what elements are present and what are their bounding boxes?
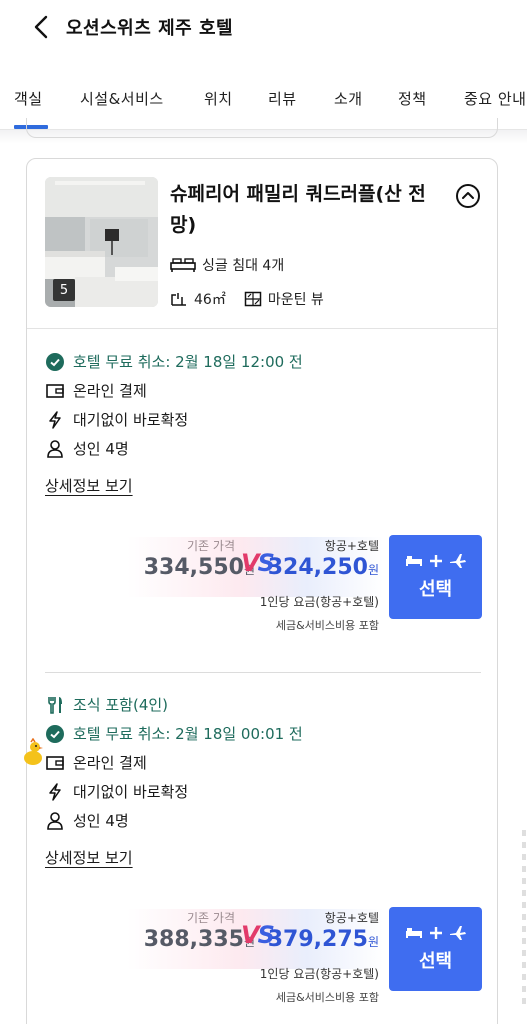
airplane-icon xyxy=(449,554,466,568)
collapse-button[interactable] xyxy=(455,183,481,209)
tab-reviews[interactable]: 리뷰 xyxy=(268,88,297,109)
instant-confirm-text: 대기없이 바로확정 xyxy=(73,783,189,801)
window-view-icon xyxy=(244,291,262,307)
bed-info: 싱글 침대 4개 xyxy=(170,255,284,275)
lightning-icon xyxy=(49,410,61,429)
tax-note: 세금&서비스비용 포함 xyxy=(275,619,379,632)
person-icon xyxy=(47,439,63,458)
price-comparison: 기존 가격 388,335원 VS 항공+호텔 379,275원 1인당 요금(… xyxy=(127,909,383,1019)
bed-icon xyxy=(170,258,196,272)
card-divider xyxy=(27,328,497,329)
tab-policy[interactable]: 정책 xyxy=(398,88,427,109)
room-photo[interactable]: 5 xyxy=(45,177,158,307)
bed-plus-plane xyxy=(405,553,467,569)
wallet-icon xyxy=(46,755,64,770)
free-cancel-info: 호텔 무료 취소: 2월 18일 12:00 전 xyxy=(45,351,303,372)
bed-icon xyxy=(405,928,422,938)
utensils-icon xyxy=(48,696,62,714)
detail-link[interactable]: 상세정보 보기 xyxy=(45,847,133,868)
person-icon xyxy=(47,811,63,830)
photo-count-badge: 5 xyxy=(53,279,75,301)
guests-text: 성인 4명 xyxy=(73,812,129,830)
plus-icon xyxy=(429,555,442,567)
room-name: 슈페리어 패밀리 쿼드러플(산 전망) xyxy=(170,183,426,236)
page-title: 오션스위츠 제주 호텔 xyxy=(66,18,234,39)
guests-text: 성인 4명 xyxy=(73,440,129,458)
previous-card-edge xyxy=(26,118,498,138)
room-view-text: 마운틴 뷰 xyxy=(267,292,324,308)
chevron-left-icon xyxy=(34,15,48,39)
select-button-label: 선택 xyxy=(418,951,453,972)
tab-important-notice[interactable]: 중요 안내 xyxy=(464,88,526,109)
bed-plus-plane xyxy=(405,925,467,941)
instant-confirm-info: 대기없이 바로확정 xyxy=(45,781,188,802)
header: 오션스위츠 제주 호텔 xyxy=(0,0,527,56)
tax-note: 세금&서비스비용 포함 xyxy=(275,991,379,1004)
tab-rooms[interactable]: 객실 xyxy=(14,88,43,109)
payment-text: 온라인 결제 xyxy=(73,754,147,772)
original-price: 388,335원 xyxy=(143,927,255,952)
plus-icon xyxy=(429,927,442,939)
payment-info: 온라인 결제 xyxy=(45,752,147,773)
tab-facilities[interactable]: 시설&서비스 xyxy=(80,88,164,109)
payment-text: 온라인 결제 xyxy=(73,382,147,400)
check-circle-icon xyxy=(46,724,64,743)
duck-sticker-icon xyxy=(24,738,43,765)
room-card: 5 슈페리어 패밀리 쿼드러플(산 전망) 싱글 침대 4개 46㎡ 마운틴 뷰… xyxy=(26,158,498,1024)
package-label: 항공+호텔 xyxy=(324,539,379,553)
check-circle-icon xyxy=(46,352,64,371)
option-divider xyxy=(45,672,481,673)
room-size-icon xyxy=(171,293,186,306)
instant-confirm-text: 대기없이 바로확정 xyxy=(73,411,189,429)
select-button[interactable]: 선택 xyxy=(389,535,482,619)
scrollbar-track[interactable] xyxy=(522,830,526,1010)
lightning-icon xyxy=(49,782,61,801)
airplane-icon xyxy=(449,926,466,940)
bed-text: 싱글 침대 4개 xyxy=(202,258,285,274)
original-price: 334,550원 xyxy=(143,555,255,580)
original-price-label: 기존 가격 xyxy=(187,911,235,925)
free-cancel-info: 호텔 무료 취소: 2월 18일 00:01 전 xyxy=(45,723,303,744)
breakfast-info: 조식 포함(4인) xyxy=(45,694,168,715)
per-person-note: 1인당 요금(항공+호텔) xyxy=(259,967,379,981)
free-cancel-text: 호텔 무료 취소: 2월 18일 00:01 전 xyxy=(73,725,303,743)
room-specs: 46㎡ 마운틴 뷰 xyxy=(170,289,342,309)
select-button-label: 선택 xyxy=(418,579,453,600)
guests-info: 성인 4명 xyxy=(45,810,129,831)
room-size-text: 46㎡ xyxy=(194,292,226,308)
detail-link[interactable]: 상세정보 보기 xyxy=(45,475,133,496)
tab-intro[interactable]: 소개 xyxy=(334,88,363,109)
chevron-up-circle-icon xyxy=(456,184,480,208)
back-button[interactable] xyxy=(26,12,56,42)
package-label: 항공+호텔 xyxy=(324,911,379,925)
price-comparison: 기존 가격 334,550원 VS 항공+호텔 324,250원 1인당 요금(… xyxy=(127,537,383,647)
select-button[interactable]: 선택 xyxy=(389,907,482,991)
instant-confirm-info: 대기없이 바로확정 xyxy=(45,409,188,430)
package-price: 379,275원 xyxy=(267,927,379,952)
room-view: 마운틴 뷰 xyxy=(244,289,324,309)
wallet-icon xyxy=(46,383,64,398)
room-size: 46㎡ xyxy=(170,289,226,309)
original-price-label: 기존 가격 xyxy=(187,539,235,553)
free-cancel-text: 호텔 무료 취소: 2월 18일 12:00 전 xyxy=(73,353,303,371)
per-person-note: 1인당 요금(항공+호텔) xyxy=(259,595,379,609)
guests-info: 성인 4명 xyxy=(45,438,129,459)
payment-info: 온라인 결제 xyxy=(45,380,147,401)
breakfast-text: 조식 포함(4인) xyxy=(73,696,169,714)
tab-location[interactable]: 위치 xyxy=(204,88,233,109)
package-price: 324,250원 xyxy=(267,555,379,580)
bed-icon xyxy=(405,556,422,566)
